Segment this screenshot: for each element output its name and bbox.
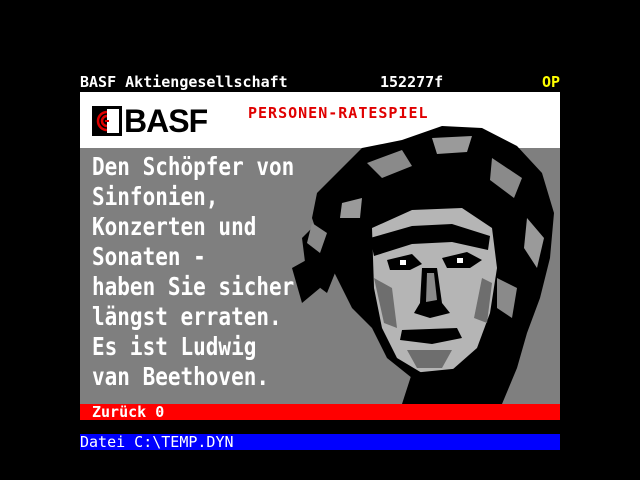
beethoven-portrait bbox=[292, 126, 554, 404]
content-frame: BASF PERSONEN-RATESPIEL Den Schöpfer von… bbox=[80, 92, 560, 404]
file-path-label: Datei C:\TEMP.DYN bbox=[80, 433, 234, 451]
text-line: Sinfonien, bbox=[92, 182, 219, 211]
text-line: Sonaten - bbox=[92, 242, 206, 271]
status-indicator: OP bbox=[541, 73, 560, 91]
basf-logo-text: BASF bbox=[124, 103, 208, 139]
text-line: längst erraten. bbox=[92, 302, 282, 331]
file-status-bar: Datei C:\TEMP.DYN bbox=[80, 434, 560, 450]
back-link[interactable]: Zurück 0 bbox=[92, 403, 164, 421]
text-line: Es ist Ludwig bbox=[92, 332, 257, 361]
text-line: haben Sie sicher bbox=[92, 272, 295, 301]
text-line: Den Schöpfer von bbox=[92, 152, 295, 181]
text-line: van Beethoven. bbox=[92, 362, 270, 391]
page-number: 152277f bbox=[380, 73, 444, 91]
basf-logo-icon bbox=[92, 106, 122, 136]
nav-bar: Zurück 0 bbox=[80, 404, 560, 420]
teletext-header: BASF Aktiengesellschaft 152277f OP bbox=[80, 72, 560, 92]
quiz-text: Den Schöpfer von Sinfonien, Konzerten un… bbox=[92, 152, 312, 392]
provider-name: BASF Aktiengesellschaft bbox=[80, 73, 288, 91]
basf-logo: BASF bbox=[92, 103, 208, 139]
text-line: Konzerten und bbox=[92, 212, 257, 241]
